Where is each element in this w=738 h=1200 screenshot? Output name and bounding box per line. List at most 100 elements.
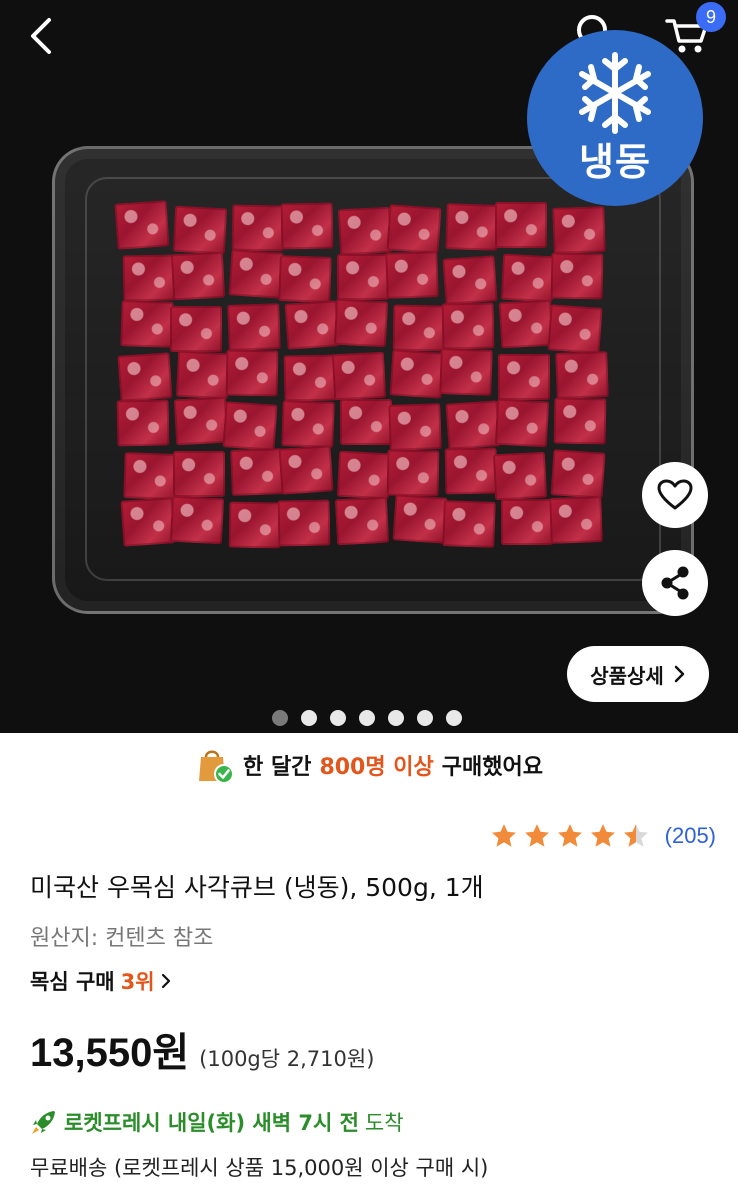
- rank-prefix: 목심 구매: [30, 970, 115, 994]
- meat-cube: [340, 399, 392, 445]
- meat-cube: [444, 447, 498, 495]
- meat-cube: [116, 399, 170, 447]
- meat-cube: [439, 348, 493, 396]
- meat-cube: [172, 205, 228, 255]
- meat-cube: [445, 400, 501, 450]
- meat-cube: [230, 448, 284, 496]
- purchase-count-banner: 한 달간 800명 이상 구매했어요: [0, 745, 738, 785]
- meat-cube: [173, 451, 225, 497]
- meat-cube: [169, 495, 225, 545]
- meat-cube: [123, 452, 177, 500]
- heart-icon: [657, 479, 693, 510]
- meat-cube: [392, 494, 448, 544]
- share-icon: [661, 566, 689, 600]
- star-icon: [491, 824, 516, 847]
- carousel-dot[interactable]: [417, 710, 433, 726]
- meat-cube: [389, 349, 445, 399]
- meat-cube: [552, 206, 606, 254]
- star-icon: [623, 824, 648, 847]
- meat-cube: [284, 300, 340, 350]
- carousel-dot[interactable]: [446, 710, 462, 726]
- price-block: 13,550원 (100g당 2,710원): [30, 1020, 374, 1078]
- meat-cube: [114, 200, 170, 250]
- meat-cube: [277, 499, 331, 547]
- meat-cube: [280, 202, 334, 250]
- meat-cube: [281, 400, 335, 448]
- carousel-indicator: [272, 710, 462, 726]
- rocket-icon: [32, 1111, 55, 1134]
- delivery-eta: 로켓프레시 내일(화) 새벽 7시 전 도착: [30, 1107, 404, 1137]
- meat-cube: [336, 450, 392, 500]
- meat-cube: [498, 354, 550, 400]
- meat-cube: [278, 445, 334, 495]
- chevron-right-icon: [674, 665, 685, 683]
- meat-cube: [550, 252, 604, 300]
- meat-cube: [549, 496, 603, 544]
- rating-stars: [489, 822, 651, 850]
- meat-cube: [227, 303, 281, 351]
- wishlist-button[interactable]: [642, 462, 708, 528]
- carousel-dot[interactable]: [301, 710, 317, 726]
- meat-cube: [553, 397, 607, 445]
- meat-cube: [228, 501, 282, 549]
- meat-cube: [222, 401, 278, 451]
- frozen-badge: 냉동: [527, 30, 703, 206]
- meat-cube: [500, 253, 556, 303]
- meat-cube: [388, 403, 442, 451]
- meat-cube: [441, 302, 495, 350]
- chevron-right-icon: [161, 973, 170, 989]
- meat-cube: [442, 255, 498, 305]
- meat-cube: [555, 351, 609, 399]
- meat-cube: [231, 204, 285, 252]
- meat-cube: [494, 398, 550, 448]
- delivery-suffix: 도착: [364, 1111, 404, 1135]
- meat-cube: [170, 251, 226, 301]
- star-icon: [590, 824, 615, 847]
- carousel-dot[interactable]: [388, 710, 404, 726]
- product-title: 미국산 우목심 사각큐브 (냉동), 500g, 1개: [30, 873, 484, 902]
- delivery-highlight: 로켓프레시 내일(화) 새벽 7시 전: [64, 1111, 359, 1135]
- product-detail-button[interactable]: 상품상세: [567, 646, 709, 702]
- meat-cube: [225, 349, 279, 397]
- back-button[interactable]: [20, 14, 64, 58]
- meat-cube: [228, 249, 284, 299]
- frozen-label: 냉동: [579, 139, 651, 184]
- review-count-link[interactable]: (205): [665, 823, 716, 849]
- snowflake-icon: [579, 51, 651, 134]
- meat-cube: [175, 350, 231, 400]
- star-icon: [524, 824, 549, 847]
- carousel-dot[interactable]: [272, 710, 288, 726]
- meat-cube: [386, 204, 442, 254]
- shipping-note: 무료배송 (로켓프레시 상품 15,000원 이상 구매 시): [30, 1156, 489, 1180]
- meat-cube: [117, 352, 173, 402]
- category-rank-link[interactable]: 목심 구매 3위: [30, 966, 171, 996]
- meat-cube: [337, 206, 393, 256]
- meat-cube: [337, 254, 389, 300]
- rank-value: 3위: [120, 970, 155, 994]
- product-image-carousel[interactable]: 9 냉동 상품상세: [0, 0, 738, 733]
- meat-cube: [501, 499, 553, 545]
- meat-cube: [120, 497, 176, 547]
- product-origin: 원산지: 컨텐츠 참조: [30, 926, 214, 951]
- carousel-dot[interactable]: [330, 710, 346, 726]
- carousel-dot[interactable]: [359, 710, 375, 726]
- meat-cube: [122, 254, 176, 302]
- product-photo-meat: [114, 200, 615, 555]
- meat-cube: [445, 203, 499, 251]
- meat-cube: [170, 306, 222, 352]
- shopping-bag-check-icon: [199, 750, 235, 784]
- sale-price: 13,550원: [30, 1031, 190, 1075]
- meat-cube: [498, 299, 554, 349]
- share-button[interactable]: [642, 550, 708, 616]
- meat-cube: [547, 304, 603, 354]
- purchase-banner-prefix: 한 달간: [243, 755, 312, 780]
- meat-cube: [492, 451, 548, 501]
- meat-cube: [385, 251, 439, 299]
- cart-count-badge: 9: [696, 2, 726, 32]
- meat-cube: [331, 351, 387, 401]
- star-icon: [557, 824, 582, 847]
- chevron-left-icon: [31, 18, 51, 54]
- meat-cube: [495, 202, 547, 248]
- meat-cube: [392, 304, 446, 352]
- product-rating[interactable]: (205): [489, 822, 716, 850]
